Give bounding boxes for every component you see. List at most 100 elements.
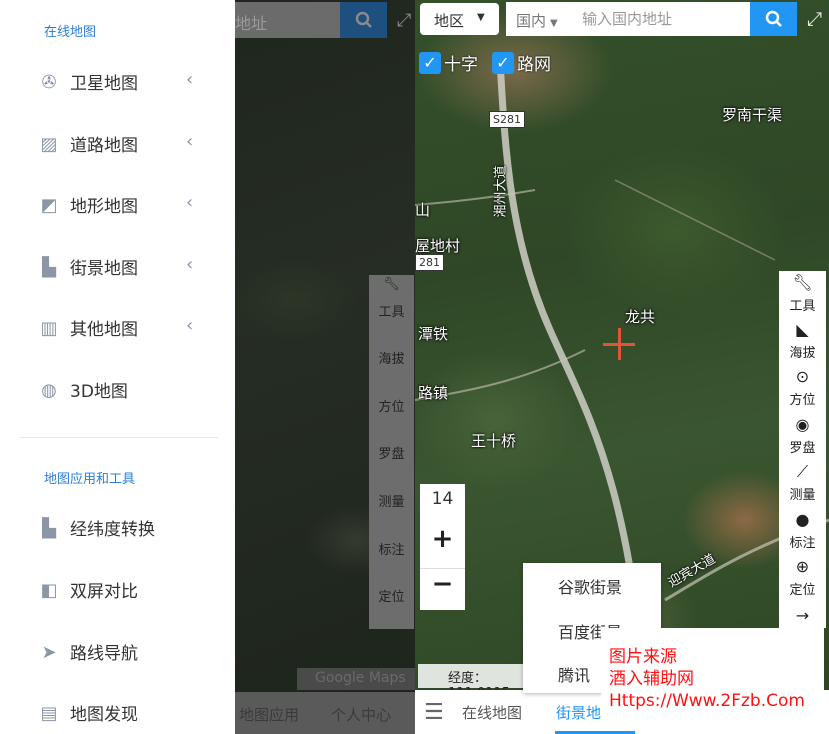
zoom-in-button[interactable]: +: [420, 524, 465, 564]
zoom-out-button[interactable]: −: [420, 568, 465, 608]
menu-item-tencent-streetview[interactable]: 腾讯: [558, 662, 590, 686]
dimmed-search-input: 地址: [235, 2, 340, 38]
layer-toggle-crosshair[interactable]: ✓ 十字: [419, 50, 478, 75]
map-label-luonan: 罗南干渠: [722, 106, 783, 124]
map-label-shan: 山: [415, 201, 431, 219]
tool-locate[interactable]: ⊕ 定位: [779, 556, 826, 598]
region-dropdown[interactable]: 地区 ▼: [420, 3, 499, 35]
drawer-item-road[interactable]: ▨ 道路地图 ‹: [0, 118, 235, 168]
tool-label: 定位: [789, 583, 816, 598]
drawer-item-streetview[interactable]: ▙ 街景地图 ‹: [0, 241, 235, 291]
dimmed-map-overlay[interactable]: 地址 ⤢ 🔧︎ 工具 海拔 方位 罗盘 测量 标注 定位 Google Maps…: [235, 0, 415, 734]
tool-measure[interactable]: ⟋ 测量: [779, 461, 826, 503]
app-root: 在线地图 ✇ 卫星地图 ‹ ▨ 道路地图 ‹ ◩ 地形地图 ‹ ▙ 街景地图 ‹…: [0, 0, 829, 734]
chevron-left-icon: ‹: [186, 69, 194, 90]
chevron-left-icon: ‹: [186, 254, 194, 275]
scope-dropdown[interactable]: 国内 ▼: [516, 10, 558, 31]
drawer-item-discover[interactable]: ▤ 地图发现: [0, 687, 235, 734]
tool-mark[interactable]: ● 标注: [779, 509, 826, 551]
drawer-item-label: 街景地图: [70, 259, 138, 279]
watermark-line: 图片来源: [609, 647, 677, 667]
layer-label: 十字: [444, 55, 478, 75]
map-label-xiangzhou: 湘州大道: [493, 165, 509, 218]
dimmed-bottom-bar: 地图应用 个人中心: [235, 692, 415, 734]
tab-streetview[interactable]: 街景地: [556, 702, 601, 723]
tool-collapse[interactable]: →: [779, 605, 826, 627]
arrow-right-icon: →: [795, 606, 810, 625]
map-label-wudicun: 屋地村: [415, 237, 461, 255]
road-map-icon: ▨: [40, 133, 58, 155]
globe-icon: ◍: [41, 379, 57, 401]
drawer-item-other[interactable]: ▥ 其他地图 ‹: [0, 302, 235, 352]
search-button[interactable]: [750, 2, 797, 36]
search-input[interactable]: [582, 6, 742, 32]
ruler-icon: ⟋: [796, 462, 809, 481]
search-icon: [765, 10, 782, 27]
side-drawer: 在线地图 ✇ 卫星地图 ‹ ▨ 道路地图 ‹ ◩ 地形地图 ‹ ▙ 街景地图 ‹…: [0, 0, 235, 734]
chevron-left-icon: ‹: [186, 131, 194, 152]
dimmed-tool-label: 方位: [378, 400, 405, 415]
dimmed-toolbar: 🔧︎ 工具 海拔 方位 罗盘 测量 标注 定位: [369, 275, 414, 629]
dimmed-tool-label: 工具: [378, 305, 405, 320]
layer-toggle-roads[interactable]: ✓ 路网: [492, 50, 551, 75]
tool-label: 测量: [789, 488, 816, 503]
dimmed-search-button: [340, 2, 387, 38]
direction-icon: ⊙: [795, 367, 810, 386]
drawer-item-label: 卫星地图: [70, 74, 138, 94]
zoom-level: 14: [431, 489, 454, 509]
drawer-item-navigation[interactable]: ➤ 路线导航: [0, 626, 235, 676]
road-shield-s281: S281: [489, 111, 525, 128]
map-toolbar: 🔧︎ 工具 ◣ 海拔 ⊙ 方位 ◉ 罗盘 ⟋ 测量 ● 标注 ⊕ 定位 →: [779, 271, 826, 628]
section-title-tools: 地图应用和工具: [44, 472, 136, 487]
caret-down-icon: ▼: [550, 18, 558, 29]
menu-icon[interactable]: ☰: [424, 700, 444, 725]
drawer-divider: [20, 437, 218, 438]
tab-online-map[interactable]: 在线地图: [462, 702, 522, 723]
caret-down-icon: ▼: [477, 12, 485, 23]
map-label-luzhen: 路镇: [418, 384, 449, 402]
dimmed-tool-label: 定位: [378, 590, 405, 605]
discover-icon: ▤: [40, 702, 58, 724]
tool-compass[interactable]: ◉ 罗盘: [779, 414, 826, 456]
checkbox-checked-icon: ✓: [419, 51, 441, 74]
drawer-item-label: 地图发现: [70, 705, 138, 725]
layer-label: 路网: [517, 55, 551, 75]
road-shield-281: 281: [415, 254, 444, 271]
drawer-item-label: 道路地图: [70, 136, 138, 156]
scope-label: 国内: [516, 12, 547, 30]
drawer-item-split-screen[interactable]: ◧ 双屏对比: [0, 564, 235, 614]
locate-icon: ⊕: [795, 557, 810, 576]
wrench-icon: 🔧︎: [383, 277, 400, 292]
compass-icon: ◉: [795, 415, 810, 434]
drawer-item-label: 经纬度转换: [70, 520, 155, 540]
dimmed-tool-label: 罗盘: [378, 447, 405, 462]
tool-elevation[interactable]: ◣ 海拔: [779, 319, 826, 361]
split-screen-icon: ◧: [40, 579, 58, 601]
menu-item-google-streetview[interactable]: 谷歌街景: [558, 574, 622, 598]
dimmed-tool-label: 测量: [378, 495, 405, 510]
drawer-item-coordinate-convert[interactable]: ▙ 经纬度转换: [0, 502, 235, 552]
crosshair-icon-vertical: [618, 328, 621, 360]
tool-label: 标注: [789, 536, 816, 551]
tool-tools[interactable]: 🔧︎ 工具: [779, 272, 826, 314]
tool-label: 罗盘: [789, 441, 816, 456]
watermark: 图片来源 酒入辅助网 Https://Www.2Fzb.Com: [601, 628, 824, 722]
checkbox-checked-icon: ✓: [492, 51, 514, 74]
drawer-item-terrain[interactable]: ◩ 地形地图 ‹: [0, 179, 235, 229]
google-maps-logo: Google Maps: [297, 668, 415, 690]
drawer-item-3d[interactable]: ◍ 3D地图: [0, 364, 235, 414]
drawer-item-label: 其他地图: [70, 320, 138, 340]
street-view-icon: ▙: [42, 256, 56, 278]
wrench-icon: 🔧︎: [792, 273, 813, 292]
dimmed-tool-label: 海拔: [378, 352, 405, 367]
drawer-item-label: 地形地图: [70, 197, 138, 217]
expand-icon[interactable]: ⤢: [807, 8, 822, 30]
terrain-icon: ◩: [40, 194, 58, 216]
drawer-item-satellite[interactable]: ✇ 卫星地图 ‹: [0, 56, 235, 106]
drawer-item-label: 3D地图: [70, 382, 128, 402]
search-box: 国内 ▼: [506, 2, 750, 36]
chevron-left-icon: ‹: [186, 315, 194, 336]
tool-direction[interactable]: ⊙ 方位: [779, 366, 826, 408]
coordinate-convert-icon: ▙: [42, 517, 56, 539]
coordinate-readout: 经度：111.0115: [418, 664, 528, 701]
